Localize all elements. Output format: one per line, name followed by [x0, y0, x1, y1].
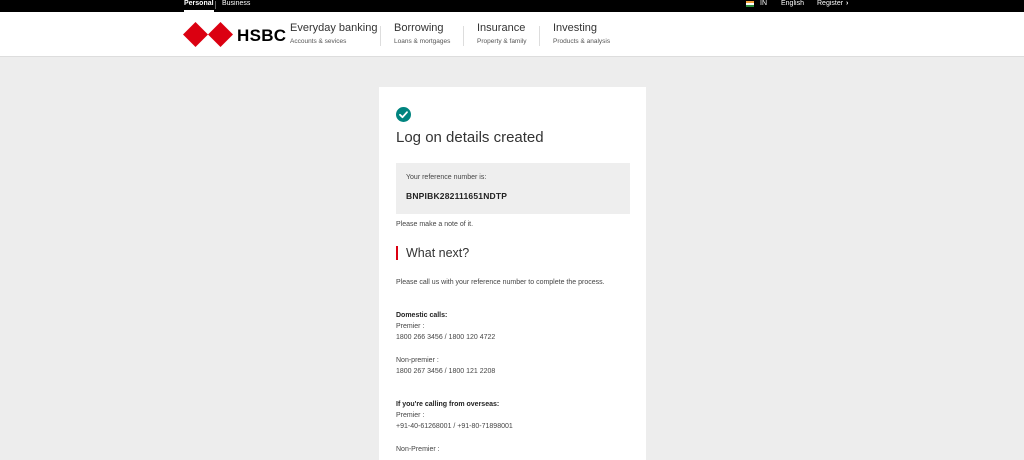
nav-title: Insurance	[477, 22, 526, 34]
country-selector[interactable]: IN	[760, 0, 767, 12]
nav-subtitle: Property & family	[477, 38, 527, 45]
main-header: HSBC Everyday banking Accounts & sevices…	[0, 12, 1024, 57]
nav-title: Investing	[553, 22, 598, 34]
what-next-heading: What next?	[406, 246, 470, 260]
nav-insurance[interactable]: Insurance Property & family	[477, 22, 527, 45]
overseas-nonpremier-label: Non-Premier :	[396, 446, 440, 453]
brand-name[interactable]: HSBC	[237, 26, 286, 46]
overseas-premier-label: Premier :	[396, 412, 425, 419]
reference-number: BNPIBK282111651NDTP	[406, 191, 508, 201]
register-link[interactable]: Register	[817, 0, 843, 12]
nav-subtitle: Loans & mortgages	[394, 38, 451, 45]
nav-title: Borrowing	[394, 22, 444, 34]
nav-divider	[463, 26, 464, 46]
chevron-right-icon[interactable]: ›	[846, 0, 848, 12]
tab-personal[interactable]: Personal	[184, 0, 214, 12]
check-circle-icon	[396, 107, 411, 122]
topbar-divider	[215, 1, 216, 9]
domestic-nonpremier-label: Non-premier :	[396, 357, 439, 364]
note-text: Please make a note of it.	[396, 221, 474, 228]
nav-subtitle: Products & analysis	[553, 38, 611, 45]
nav-divider	[539, 26, 540, 46]
nav-subtitle: Accounts & sevices	[290, 38, 347, 45]
hsbc-hexagon-logo-icon[interactable]	[183, 22, 233, 47]
top-utility-bar: Personal Business IN English Register ›	[0, 0, 1024, 12]
nav-divider	[380, 26, 381, 46]
nav-investing[interactable]: Investing Products & analysis	[553, 22, 610, 45]
domestic-nonpremier-numbers: 1800 267 3456 / 1800 121 2208	[396, 368, 496, 375]
heading-accent-bar	[396, 246, 398, 260]
page-title: Log on details created	[396, 129, 544, 146]
overseas-heading: If you're calling from overseas:	[396, 401, 500, 408]
india-flag-icon[interactable]	[746, 1, 754, 7]
reference-box: Your reference number is: BNPIBK28211165…	[396, 163, 630, 214]
instructions-text: Please call us with your reference numbe…	[396, 279, 605, 286]
nav-everyday-banking[interactable]: Everyday banking Accounts & sevices	[290, 22, 377, 45]
overseas-premier-numbers: +91-40-61268001 / +91-80-71898001	[396, 423, 513, 430]
nav-borrowing[interactable]: Borrowing Loans & mortgages	[394, 22, 450, 45]
nav-title: Everyday banking	[290, 22, 378, 34]
language-selector[interactable]: English	[781, 0, 804, 12]
domestic-premier-label: Premier :	[396, 323, 425, 330]
domestic-heading: Domestic calls:	[396, 312, 448, 319]
tab-business[interactable]: Business	[222, 0, 250, 12]
domestic-premier-numbers: 1800 266 3456 / 1800 120 4722	[396, 334, 496, 341]
reference-label: Your reference number is:	[406, 174, 487, 181]
confirmation-card: Log on details created Your reference nu…	[379, 87, 646, 460]
